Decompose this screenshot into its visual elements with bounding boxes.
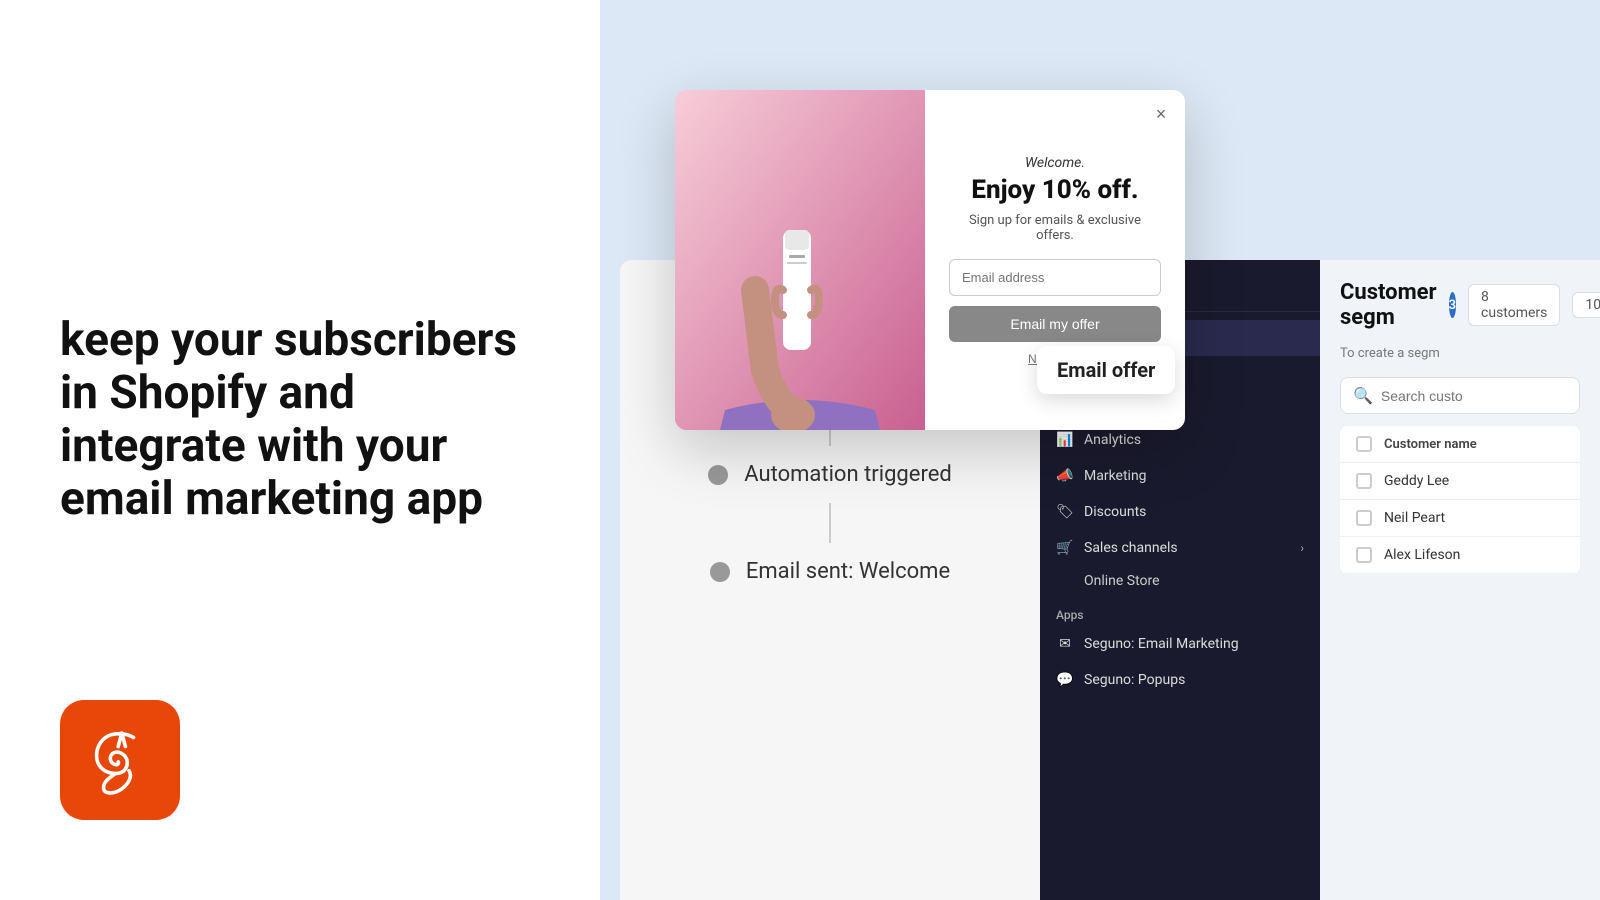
flow-step-3-text: Email sent: Welcome: [746, 559, 950, 584]
sidebar-item-sales-channels[interactable]: 🛒 Sales channels ›: [1040, 530, 1320, 566]
table-header: Customer name: [1340, 426, 1580, 463]
sidebar-item-label-sales-channels: Sales channels: [1084, 540, 1178, 556]
popup-product-illustration: [675, 90, 925, 430]
sales-channels-chevron: ›: [1300, 541, 1304, 555]
segment-description: To create a segm: [1340, 346, 1580, 361]
other-count-badge: 10: [1572, 292, 1600, 318]
flow-step-2: Automation triggered: [708, 446, 952, 543]
row-checkbox-3[interactable]: [1356, 547, 1372, 563]
sidebar-item-label-online-store: Online Store: [1084, 573, 1160, 589]
content-panel: Customer segm 3 8 customers 10 To create…: [1320, 260, 1600, 900]
sidebar-item-marketing[interactable]: 📣 Marketing: [1040, 458, 1320, 494]
seguno-popups-icon: 💬: [1056, 671, 1074, 689]
row-checkbox-2[interactable]: [1356, 510, 1372, 526]
sidebar-item-online-store[interactable]: Online Store: [1040, 566, 1320, 596]
search-bar[interactable]: 🔍: [1340, 377, 1580, 414]
flow-step-3: Email sent: Welcome: [710, 543, 950, 600]
flow-step-3-row: Email sent: Welcome: [710, 551, 950, 592]
table-row[interactable]: Alex Lifeson: [1340, 537, 1580, 574]
header-checkbox[interactable]: [1356, 436, 1372, 452]
sidebar-item-label-seguno-email: Seguno: Email Marketing: [1084, 636, 1239, 652]
customers-table: Customer name Geddy Lee Neil Peart Alex …: [1340, 426, 1580, 574]
app-icon: [60, 700, 180, 820]
table-row[interactable]: Geddy Lee: [1340, 463, 1580, 500]
popup-title: Enjoy 10% off.: [971, 175, 1138, 205]
popup-subtitle: Sign up for emails & exclusive offers.: [949, 213, 1161, 243]
apps-section-label: Apps: [1040, 596, 1320, 626]
content-header: Customer segm 3 8 customers 10: [1340, 280, 1580, 330]
marketing-icon: 📣: [1056, 467, 1074, 485]
sales-channels-icon: 🛒: [1056, 539, 1074, 557]
customers-count-badge: 8 customers: [1468, 284, 1560, 326]
segment-badge: 3: [1449, 292, 1456, 318]
seguno-email-icon: ✉: [1056, 635, 1074, 653]
row-checkbox-1[interactable]: [1356, 473, 1372, 489]
discounts-icon: 🏷: [1056, 503, 1074, 521]
popup-image-inner: [675, 90, 925, 430]
customer-name-2: Neil Peart: [1384, 510, 1445, 526]
sidebar-item-label-discounts: Discounts: [1084, 504, 1146, 520]
popup-cta-button[interactable]: Email my offer: [949, 306, 1161, 342]
customer-name-3: Alex Lifeson: [1384, 547, 1460, 563]
tagline: keep your subscribers in Shopify and int…: [60, 314, 540, 526]
sidebar-item-label-marketing: Marketing: [1084, 468, 1147, 484]
flow-step-2-text: Automation triggered: [744, 462, 952, 487]
flow-dot-3: [710, 562, 730, 582]
sidebar-item-discounts[interactable]: 🏷 Discounts: [1040, 494, 1320, 530]
flow-dot-2: [708, 465, 728, 485]
email-offer-tag-container: Email offer: [1037, 346, 1175, 394]
left-panel: keep your subscribers in Shopify and int…: [0, 0, 600, 900]
table-row[interactable]: Neil Peart: [1340, 500, 1580, 537]
col-name-header: Customer name: [1384, 437, 1477, 452]
search-input[interactable]: [1381, 388, 1562, 404]
seguno-logo-icon: [84, 724, 156, 796]
search-icon: 🔍: [1353, 386, 1373, 405]
popup-close-button[interactable]: ×: [1149, 102, 1173, 126]
right-panel: Email offer: [600, 0, 1600, 900]
popup-image: [675, 90, 925, 430]
sidebar-item-label-seguno-popups: Seguno: Popups: [1084, 672, 1185, 688]
customer-name-1: Geddy Lee: [1384, 473, 1449, 489]
page-title: Customer segm: [1340, 280, 1437, 330]
sidebar-item-seguno-email[interactable]: ✉ Seguno: Email Marketing: [1040, 626, 1320, 662]
sidebar-item-label-analytics: Analytics: [1084, 432, 1141, 448]
analytics-icon: 📊: [1056, 431, 1074, 449]
sidebar-item-seguno-popups[interactable]: 💬 Seguno: Popups: [1040, 662, 1320, 698]
popup-email-input[interactable]: [949, 259, 1161, 296]
email-offer-tag: Email offer: [1037, 346, 1175, 394]
flow-step-2-row: Automation triggered: [708, 454, 952, 495]
popup-welcome-text: Welcome.: [1025, 155, 1085, 171]
flow-line-2: [829, 503, 831, 543]
